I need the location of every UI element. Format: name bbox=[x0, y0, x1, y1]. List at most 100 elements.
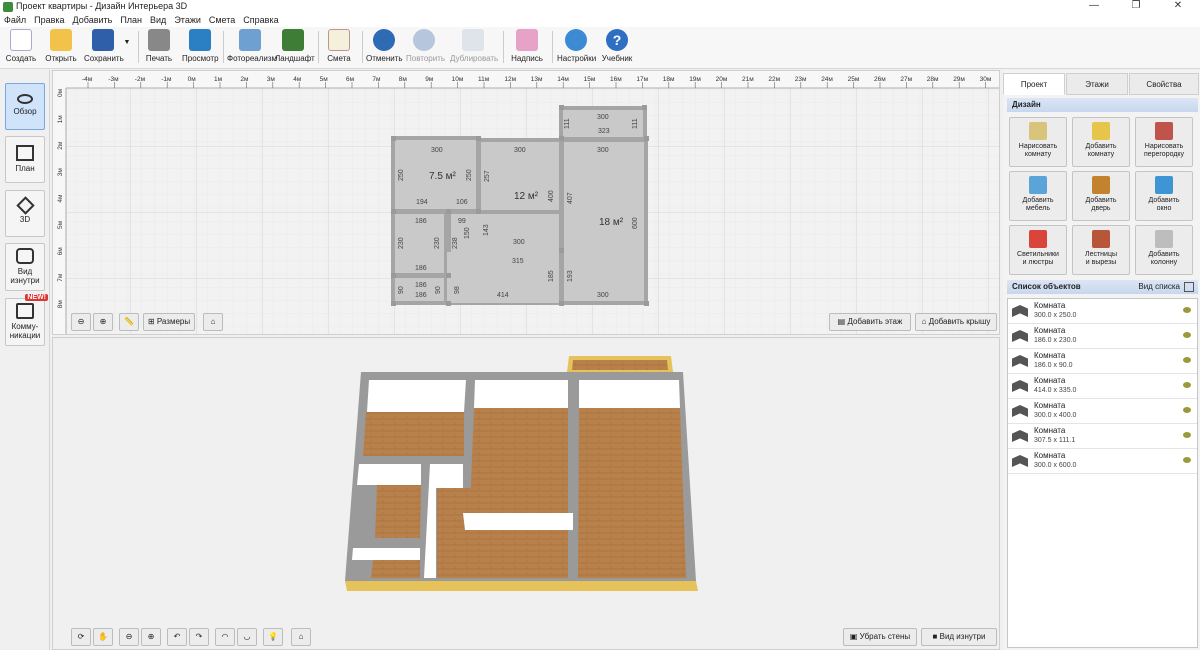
list-icon[interactable] bbox=[1184, 282, 1194, 292]
add-furniture-button[interactable]: Добавить мебель bbox=[1009, 171, 1067, 221]
list-item[interactable]: Комната 307.5 x 111.1 bbox=[1008, 424, 1197, 449]
3d-view[interactable]: ⟳ ✋ ⊖ ⊕ ↶ ↷ ◠ ◡ 💡 ⌂ ▣ Убрать стены ■ Вид… bbox=[52, 337, 1000, 650]
draw-partition-button[interactable]: Нарисовать перегородку bbox=[1135, 117, 1193, 167]
ruler-label: 2м bbox=[240, 76, 249, 83]
close-button[interactable]: ✕ bbox=[1158, 0, 1198, 13]
ruler-label: 11м bbox=[478, 76, 490, 83]
list-item[interactable]: Комната 186.0 x 90.0 bbox=[1008, 349, 1197, 374]
print-button[interactable]: Печать bbox=[144, 29, 174, 67]
duplicate-button[interactable]: Дублировать bbox=[450, 29, 498, 67]
save-dropdown-arrow[interactable]: ▼ bbox=[122, 39, 132, 49]
dimensions-button[interactable]: ⊞ Размеры bbox=[143, 313, 195, 331]
sidebar-item-communications[interactable]: NEW! Комму- никации bbox=[5, 294, 48, 346]
add-window-button[interactable]: Добавить окно bbox=[1135, 171, 1193, 221]
3d-home-button[interactable]: ⌂ bbox=[291, 628, 311, 646]
ruler-label: 22м bbox=[768, 76, 780, 83]
inside-view-button[interactable]: ■ Вид изнутри bbox=[921, 628, 997, 646]
sidebar-item-overview[interactable]: Обзор bbox=[5, 83, 45, 130]
printer-icon bbox=[148, 29, 170, 51]
pan-button[interactable]: ✋ bbox=[93, 628, 113, 646]
visibility-eye-icon[interactable] bbox=[1183, 332, 1191, 338]
menu-edit[interactable]: Правка bbox=[30, 14, 68, 27]
settings-button[interactable]: Настройки bbox=[557, 29, 596, 67]
list-item[interactable]: Комната 300.0 x 250.0 bbox=[1008, 299, 1197, 324]
label-button[interactable]: Надпись bbox=[510, 29, 544, 67]
stairs-button[interactable]: Лестницы и вырезы bbox=[1072, 225, 1130, 275]
redo-button[interactable]: Повторить bbox=[406, 29, 445, 67]
photorealism-button[interactable]: Фотореализм bbox=[227, 29, 277, 67]
add-roof-button[interactable]: ⌂ Добавить крышу bbox=[915, 313, 997, 331]
rotate-left-button[interactable]: ↶ bbox=[167, 628, 187, 646]
3d-rotate-button[interactable]: ⟳ bbox=[71, 628, 91, 646]
open-button[interactable]: Открыть bbox=[44, 29, 78, 67]
visibility-eye-icon[interactable] bbox=[1183, 357, 1191, 363]
ruler-label: 5м bbox=[57, 220, 64, 229]
svg-text:90: 90 bbox=[398, 286, 405, 294]
list-item[interactable]: Комната 300.0 x 400.0 bbox=[1008, 399, 1197, 424]
visibility-eye-icon[interactable] bbox=[1183, 382, 1191, 388]
home-button[interactable]: ⌂ bbox=[203, 313, 223, 331]
lights-button[interactable]: Светильники и люстры bbox=[1009, 225, 1067, 275]
visibility-eye-icon[interactable] bbox=[1183, 432, 1191, 438]
ruler-button[interactable]: 📏 bbox=[119, 313, 139, 331]
landscape-button[interactable]: Ландшафт bbox=[275, 29, 315, 67]
draw-room-button[interactable]: Нарисовать комнату bbox=[1009, 117, 1067, 167]
gear-icon bbox=[565, 29, 587, 51]
preview-button[interactable]: Просмотр bbox=[182, 29, 219, 67]
visibility-eye-icon[interactable] bbox=[1183, 307, 1191, 313]
sidebar-item-plan[interactable]: План bbox=[5, 136, 45, 183]
menu-estimate[interactable]: Смета bbox=[205, 14, 239, 27]
3d-zoom-out-button[interactable]: ⊖ bbox=[119, 628, 139, 646]
menu-plan[interactable]: План bbox=[116, 14, 146, 27]
add-floor-button[interactable]: ▤ Добавить этаж bbox=[829, 313, 911, 331]
menu-help[interactable]: Справка bbox=[239, 14, 282, 27]
svg-text:143: 143 bbox=[483, 224, 490, 236]
menu-view[interactable]: Вид bbox=[146, 14, 170, 27]
tab-floors[interactable]: Этажи bbox=[1066, 73, 1128, 95]
menu-floors[interactable]: Этажи bbox=[170, 14, 205, 27]
menu-add[interactable]: Добавить bbox=[69, 14, 117, 27]
add-room-button[interactable]: Добавить комнату bbox=[1072, 117, 1130, 167]
list-view-toggle[interactable]: Вид списка bbox=[1138, 280, 1180, 294]
visibility-eye-icon[interactable] bbox=[1183, 457, 1191, 463]
rotate-right-button[interactable]: ↷ bbox=[189, 628, 209, 646]
home-icon: ⌂ bbox=[210, 317, 216, 326]
zoom-out-button[interactable]: ⊖ bbox=[71, 313, 91, 331]
list-item[interactable]: Комната 186.0 x 230.0 bbox=[1008, 324, 1197, 349]
lighting-button[interactable]: 💡 bbox=[263, 628, 283, 646]
list-item[interactable]: Комната 300.0 x 600.0 bbox=[1008, 449, 1197, 474]
home-icon: ⌂ bbox=[298, 632, 304, 641]
zoom-in-button[interactable]: ⊕ bbox=[93, 313, 113, 331]
sidebar-item-3d[interactable]: 3D bbox=[5, 190, 45, 237]
tilt-down-button[interactable]: ◡ bbox=[237, 628, 257, 646]
sidebar-item-inside-view[interactable]: Вид изнутри bbox=[5, 243, 45, 291]
object-list[interactable]: Комната 300.0 x 250.0 Комната 186.0 x 23… bbox=[1007, 298, 1198, 648]
visibility-eye-icon[interactable] bbox=[1183, 407, 1191, 413]
window-icon bbox=[1155, 176, 1173, 194]
save-button[interactable]: Сохранить bbox=[84, 29, 124, 67]
tab-properties[interactable]: Свойства bbox=[1129, 73, 1199, 95]
minimize-button[interactable]: — bbox=[1074, 0, 1114, 13]
folder-icon bbox=[50, 29, 72, 51]
ruler-label: 3м bbox=[267, 76, 276, 83]
3d-canvas[interactable] bbox=[53, 338, 1000, 650]
tab-project[interactable]: Проект bbox=[1003, 73, 1065, 95]
plan-view[interactable]: -4м -3м -2м -1м 0м 1м 2м 3м 4м 5м 6м 7м 8м 9м 10м 11м 12… bbox=[52, 70, 1000, 335]
remove-walls-button[interactable]: ▣ Убрать стены bbox=[843, 628, 917, 646]
list-item[interactable]: Комната 414.0 x 335.0 bbox=[1008, 374, 1197, 399]
svg-text:99: 99 bbox=[458, 218, 466, 225]
plan-canvas[interactable]: -4м -3м -2м -1м 0м 1м 2м 3м 4м 5м 6м 7м 8м 9м 10м 11м 12… bbox=[53, 71, 1000, 335]
3d-zoom-in-button[interactable]: ⊕ bbox=[141, 628, 161, 646]
brick-wall-icon bbox=[1155, 122, 1173, 140]
undo-button[interactable]: Отменить bbox=[366, 29, 403, 67]
menu-file[interactable]: Файл bbox=[0, 14, 30, 27]
tutorial-button[interactable]: ? Учебник bbox=[600, 29, 634, 67]
restore-button[interactable]: ❐ bbox=[1116, 0, 1156, 13]
add-column-button[interactable]: Добавить колонну bbox=[1135, 225, 1193, 275]
tilt-up-button[interactable]: ◠ bbox=[215, 628, 235, 646]
svg-text:193: 193 bbox=[567, 270, 574, 282]
create-button[interactable]: Создать bbox=[4, 29, 38, 67]
zoom-out-icon: ⊖ bbox=[77, 317, 85, 326]
estimate-button[interactable]: Смета bbox=[324, 29, 354, 67]
add-door-button[interactable]: Добавить дверь bbox=[1072, 171, 1130, 221]
